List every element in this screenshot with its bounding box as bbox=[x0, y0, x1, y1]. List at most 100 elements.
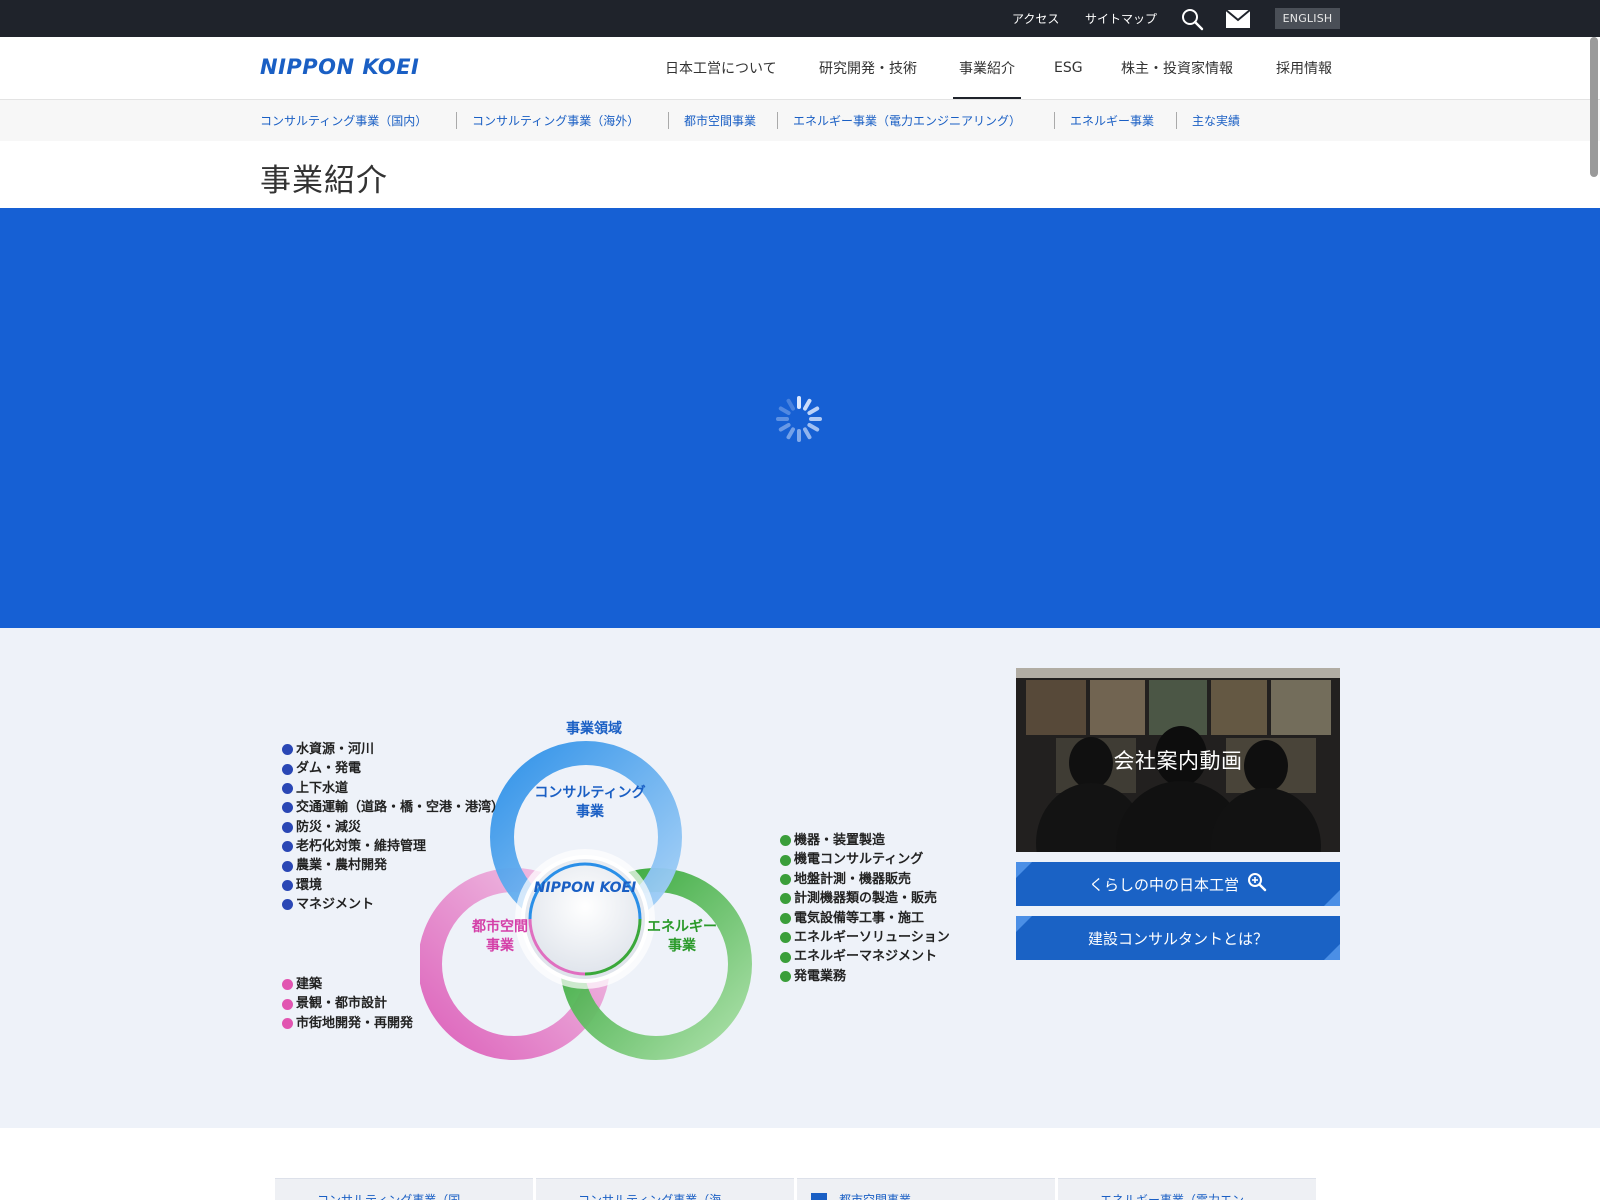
list-item: 地盤計測・機器販売 bbox=[780, 870, 950, 889]
list-item-text: 防災・減災 bbox=[296, 819, 362, 835]
bullet-dot-icon bbox=[282, 998, 293, 1010]
bullet-dot-icon bbox=[282, 763, 293, 775]
list-item-text: 水資源・河川 bbox=[296, 742, 375, 757]
global-header: NIPPON KOEI 日本工営について 研究開発・技術 事業紹介 ESG 株主… bbox=[0, 37, 1600, 100]
list-item-text: 交通運輸（道路・橋・空港・港湾） bbox=[296, 800, 505, 816]
list-item-text: 環境 bbox=[296, 877, 323, 893]
subnav-achievements[interactable]: 主な実績 bbox=[1192, 100, 1240, 141]
subnav-divider bbox=[777, 112, 778, 129]
bullet-dot-icon bbox=[282, 841, 293, 853]
subnav-urban[interactable]: 都市空間事業 bbox=[684, 100, 756, 141]
subnav-energy[interactable]: エネルギー事業 bbox=[1070, 100, 1154, 141]
nav-recruit[interactable]: 採用情報 bbox=[1276, 37, 1332, 99]
zoom-in-icon bbox=[1247, 872, 1267, 896]
loading-spinner-icon bbox=[776, 396, 822, 442]
nav-business[interactable]: 事業紹介 bbox=[953, 37, 1021, 99]
nav-esg[interactable]: ESG bbox=[1054, 37, 1083, 99]
list-item: エネルギーソリューション bbox=[780, 928, 950, 947]
bullet-dot-icon bbox=[282, 979, 293, 991]
center-logo: NIPPON KOEI bbox=[533, 880, 637, 896]
bullet-dot-icon bbox=[780, 854, 791, 866]
bullet-dot-icon bbox=[780, 951, 791, 963]
list-item: 上下水道 bbox=[282, 779, 504, 798]
urban-label-2: 事業 bbox=[486, 938, 514, 954]
business-cards: コンサルティング事業（国 コンサルティング事業（海 都市空間事業 エネルギー事業… bbox=[275, 1178, 1320, 1200]
subnav-consulting-domestic[interactable]: コンサルティング事業（国内） bbox=[260, 100, 427, 141]
list-item: ダム・発電 bbox=[282, 759, 504, 778]
list-item: 農業・農村開発 bbox=[282, 856, 504, 875]
list-item: 機器・装置製造 bbox=[780, 831, 950, 850]
subnav-consulting-overseas[interactable]: コンサルティング事業（海外） bbox=[472, 100, 639, 141]
page-title: 事業紹介 bbox=[260, 163, 388, 199]
list-item-text: 市街地開発・再開発 bbox=[296, 1015, 414, 1031]
list-item: 機電コンサルティング bbox=[780, 850, 950, 869]
subnav-divider bbox=[1054, 112, 1055, 129]
list-item-text: 景観・都市設計 bbox=[296, 996, 388, 1012]
list-item-text: 農業・農村開発 bbox=[296, 858, 388, 874]
nav-research[interactable]: 研究開発・技術 bbox=[819, 37, 917, 99]
list-item: 電気設備等工事・施工 bbox=[780, 909, 950, 928]
bullet-dot-icon bbox=[780, 912, 791, 924]
card-urban[interactable]: 都市空間事業 bbox=[797, 1178, 1055, 1200]
consulting-label-2: 事業 bbox=[576, 804, 604, 820]
list-item-text: 上下水道 bbox=[296, 780, 349, 796]
bullet-dot-icon bbox=[780, 893, 791, 905]
search-icon[interactable] bbox=[1180, 0, 1204, 37]
bullet-dot-icon bbox=[282, 802, 293, 814]
bullet-dot-icon bbox=[780, 932, 791, 944]
list-item: 環境 bbox=[282, 876, 504, 895]
center-emblem bbox=[521, 855, 649, 983]
card-consulting-domestic[interactable]: コンサルティング事業（国 bbox=[275, 1178, 533, 1200]
urban-square-icon bbox=[811, 1193, 827, 1200]
subnav-divider bbox=[1176, 112, 1177, 129]
urban-service-list: 建築 景観・都市設計 市街地開発・再開発 bbox=[282, 975, 413, 1033]
bullet-dot-icon bbox=[282, 1018, 293, 1030]
button-label: 建設コンサルタントとは？ bbox=[1087, 929, 1268, 948]
subnav-divider bbox=[456, 112, 457, 129]
list-item-text: エネルギーソリューション bbox=[794, 930, 950, 946]
urban-label-1: 都市空間 bbox=[472, 919, 528, 935]
subnav-energy-engineering[interactable]: エネルギー事業（電力エンジニアリング） bbox=[793, 100, 1021, 141]
list-item: 水資源・河川 bbox=[282, 740, 504, 759]
business-domain-section: 事業領域 コンサルティング 事業 都市空間 事業 エネルギー 事業 NIPPON… bbox=[0, 628, 1600, 1128]
life-with-nippon-koei-button[interactable]: くらしの中の日本工営 bbox=[1016, 862, 1340, 906]
energy-service-list: 機器・装置製造機電コンサルティング地盤計測・機器販売計測機器類の製造・販売 電気設… bbox=[780, 831, 950, 986]
bullet-dot-icon bbox=[780, 874, 791, 886]
consulting-label-1: コンサルティング bbox=[534, 785, 646, 801]
list-item-text: 電気設備等工事・施工 bbox=[794, 910, 925, 926]
nav-investors[interactable]: 株主・投資家情報 bbox=[1121, 37, 1233, 99]
access-link[interactable]: アクセス bbox=[1012, 0, 1059, 37]
sitemap-link[interactable]: サイトマップ bbox=[1085, 0, 1157, 37]
card-consulting-overseas[interactable]: コンサルティング事業（海 bbox=[536, 1178, 794, 1200]
english-button[interactable]: ENGLISH bbox=[1275, 8, 1340, 29]
button-label: くらしの中の日本工営 bbox=[1088, 875, 1239, 894]
list-item: マネジメント bbox=[282, 895, 504, 914]
bullet-dot-icon bbox=[282, 783, 293, 795]
list-item-text: マネジメント bbox=[296, 897, 375, 913]
page-scrollbar[interactable] bbox=[1590, 37, 1598, 177]
business-domain-diagram: 事業領域 コンサルティング 事業 都市空間 事業 エネルギー 事業 NIPPON… bbox=[270, 668, 980, 1078]
list-item-text: 機器・装置製造 bbox=[794, 833, 886, 848]
company-video-thumbnail[interactable]: 会社案内動画 bbox=[1016, 668, 1340, 852]
bullet-dot-icon bbox=[282, 744, 293, 756]
list-item: 防災・減災 bbox=[282, 818, 504, 837]
video-title: 会社案内動画 bbox=[1113, 749, 1243, 773]
consulting-service-list: 水資源・河川 ダム・発電上下水道交通運輸（道路・橋・空港・港湾） 防災・減災老朽化対… bbox=[282, 740, 504, 915]
bullet-dot-icon bbox=[780, 835, 791, 847]
list-item-text: 地盤計測・機器販売 bbox=[794, 871, 912, 887]
list-item: 景観・都市設計 bbox=[282, 994, 413, 1013]
list-item: 発電業務 bbox=[780, 967, 950, 986]
bullet-dot-icon bbox=[282, 821, 293, 833]
diagram-title: 事業領域 bbox=[566, 721, 622, 737]
utility-bar: アクセス サイトマップ ENGLISH bbox=[0, 0, 1600, 37]
company-logo[interactable]: NIPPON KOEI bbox=[260, 55, 419, 79]
mail-icon[interactable] bbox=[1226, 0, 1250, 37]
card-energy-engineering[interactable]: エネルギー事業（電力エン bbox=[1058, 1178, 1316, 1200]
list-item-text: 計測機器類の製造・販売 bbox=[794, 891, 938, 907]
what-is-construction-consultant-button[interactable]: 建設コンサルタントとは？ bbox=[1016, 916, 1340, 960]
nav-about[interactable]: 日本工営について bbox=[665, 37, 777, 99]
energy-label-2: 事業 bbox=[668, 938, 696, 954]
list-item-text: ダム・発電 bbox=[296, 761, 362, 777]
list-item-text: 老朽化対策・維持管理 bbox=[296, 839, 427, 855]
list-item: 交通運輸（道路・橋・空港・港湾） bbox=[282, 798, 504, 817]
